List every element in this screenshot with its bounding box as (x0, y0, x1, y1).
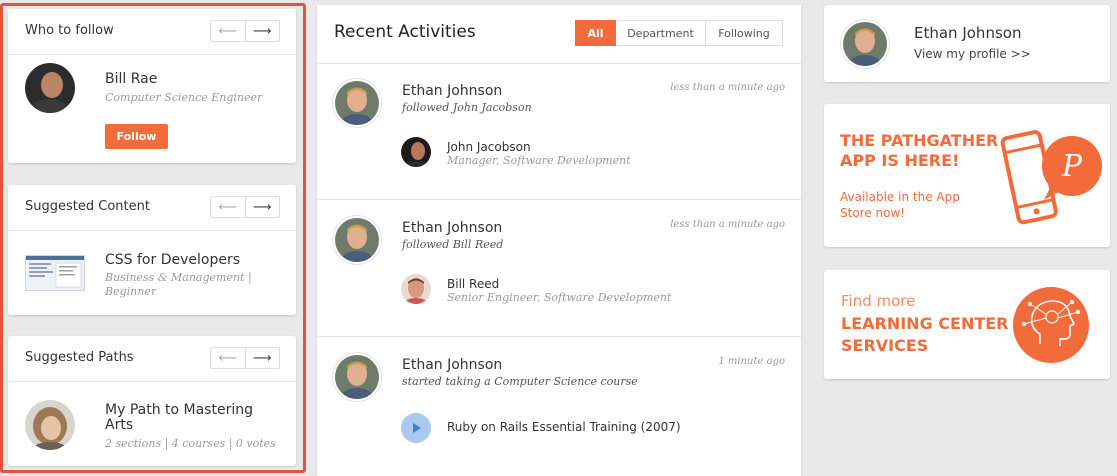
activity-verb: followed Bill Reed (402, 238, 504, 251)
activity-actor[interactable]: Ethan Johnson (402, 220, 502, 236)
learning-center-line3: SERVICES (841, 336, 929, 355)
bill-reed-avatar[interactable] (401, 274, 431, 304)
follow-button[interactable]: Follow (105, 124, 168, 149)
next-arrow-icon[interactable]: ⟶ (244, 197, 280, 217)
activity-item: Ethan Johnson followed John Jacobson les… (317, 64, 801, 200)
learning-center-line2: LEARNING CENTER (841, 314, 1009, 333)
filter-following-tab[interactable]: Following (706, 20, 783, 46)
activity-item: Ethan Johnson started taking a Computer … (317, 338, 801, 476)
app-badge-letter: P (1061, 149, 1083, 184)
activity-actor[interactable]: Ethan Johnson (402, 357, 502, 373)
prev-arrow-icon[interactable]: ⟵ (211, 197, 245, 217)
activity-filter-tabs: All Department Following (575, 20, 783, 46)
next-arrow-icon[interactable]: ⟶ (244, 348, 280, 368)
course-thumbnail[interactable] (25, 255, 85, 291)
suggested-content-header: Suggested Content ⟵ ⟶ (8, 185, 296, 231)
app-promo-sub-line2: Store now! (840, 206, 906, 220)
suggested-paths-title: Suggested Paths (25, 350, 134, 365)
app-promo-sub-line1: Available in the App (840, 190, 960, 204)
who-to-follow-pager: ⟵ ⟶ (210, 20, 280, 42)
phone-app-icon: P (1000, 126, 1110, 226)
who-to-follow-title: Who to follow (25, 23, 114, 38)
prev-arrow-icon[interactable]: ⟵ (211, 21, 245, 41)
path-meta: 2 sections | 4 courses | 0 votes (105, 437, 276, 450)
next-arrow-icon[interactable]: ⟶ (244, 21, 280, 41)
my-profile-card: Ethan Johnson View my profile >> (824, 5, 1110, 82)
filter-all-tab[interactable]: All (575, 20, 616, 46)
suggested-content-pager: ⟵ ⟶ (210, 196, 280, 218)
activity-verb: followed John Jacobson (402, 101, 532, 114)
path-title-line2[interactable]: Arts (105, 417, 133, 433)
left-sidebar-highlight: Who to follow ⟵ ⟶ Bill Rae Computer Scie… (0, 3, 306, 473)
suggested-content-title: Suggested Content (25, 199, 150, 214)
content-meta-line1: Business & Management | (105, 271, 252, 284)
content-meta-line2: Beginner (105, 285, 157, 298)
activity-target-role: Senior Engineer, Software Development (447, 291, 672, 304)
app-promo-headline-line2: APP IS HERE! (840, 151, 960, 170)
brain-head-icon (1010, 284, 1092, 366)
filter-department-tab[interactable]: Department (616, 20, 706, 46)
my-avatar[interactable] (841, 20, 889, 68)
app-promo-headline-line1: THE PATHGATHER (840, 131, 999, 150)
ethan-avatar[interactable] (333, 79, 381, 127)
recent-activities-title: Recent Activities (334, 22, 476, 42)
activity-target-name[interactable]: John Jacobson (447, 140, 531, 154)
who-to-follow-card: Who to follow ⟵ ⟶ Bill Rae Computer Scie… (8, 9, 296, 163)
john-jacobson-avatar[interactable] (401, 137, 431, 167)
path-author-avatar[interactable] (25, 400, 75, 450)
suggested-paths-card: Suggested Paths ⟵ ⟶ My Path to Mastering… (8, 336, 296, 466)
activity-verb: started taking a Computer Science course (402, 375, 638, 388)
ethan-avatar[interactable] (333, 216, 381, 264)
recent-activities-header: Recent Activities All Department Followi… (317, 5, 801, 64)
activity-time: less than a minute ago (670, 219, 785, 230)
learning-center-line1: Find more (841, 292, 916, 310)
activity-target-name[interactable]: Bill Reed (447, 277, 499, 291)
prev-arrow-icon[interactable]: ⟵ (211, 348, 245, 368)
suggested-content-card: Suggested Content ⟵ ⟶ CSS for Developers… (8, 185, 296, 315)
app-promo-card[interactable]: THE PATHGATHER APP IS HERE! Available in… (824, 104, 1110, 247)
activity-target-role: Manager, Software Development (447, 154, 631, 167)
content-title[interactable]: CSS for Developers (105, 252, 240, 268)
ethan-avatar[interactable] (333, 353, 381, 401)
suggested-person-name[interactable]: Bill Rae (105, 71, 157, 87)
activity-actor[interactable]: Ethan Johnson (402, 83, 502, 99)
play-icon[interactable] (401, 413, 431, 443)
activity-course-name[interactable]: Ruby on Rails Essential Training (2007) (447, 420, 681, 434)
view-profile-link[interactable]: View my profile >> (914, 47, 1031, 61)
path-title-line1[interactable]: My Path to Mastering (105, 402, 253, 418)
recent-activities-panel: Recent Activities All Department Followi… (317, 5, 801, 476)
suggested-person-role: Computer Science Engineer (105, 91, 263, 104)
profile-name[interactable]: Ethan Johnson (914, 24, 1021, 42)
learning-center-card[interactable]: Find more LEARNING CENTER SERVICES (824, 270, 1110, 379)
activity-item: Ethan Johnson followed Bill Reed less th… (317, 201, 801, 337)
suggested-paths-pager: ⟵ ⟶ (210, 347, 280, 369)
suggested-paths-header: Suggested Paths ⟵ ⟶ (8, 336, 296, 382)
who-to-follow-header: Who to follow ⟵ ⟶ (8, 9, 296, 55)
activity-time: 1 minute ago (718, 356, 785, 367)
activity-time: less than a minute ago (670, 82, 785, 93)
bill-rae-avatar[interactable] (25, 63, 75, 113)
